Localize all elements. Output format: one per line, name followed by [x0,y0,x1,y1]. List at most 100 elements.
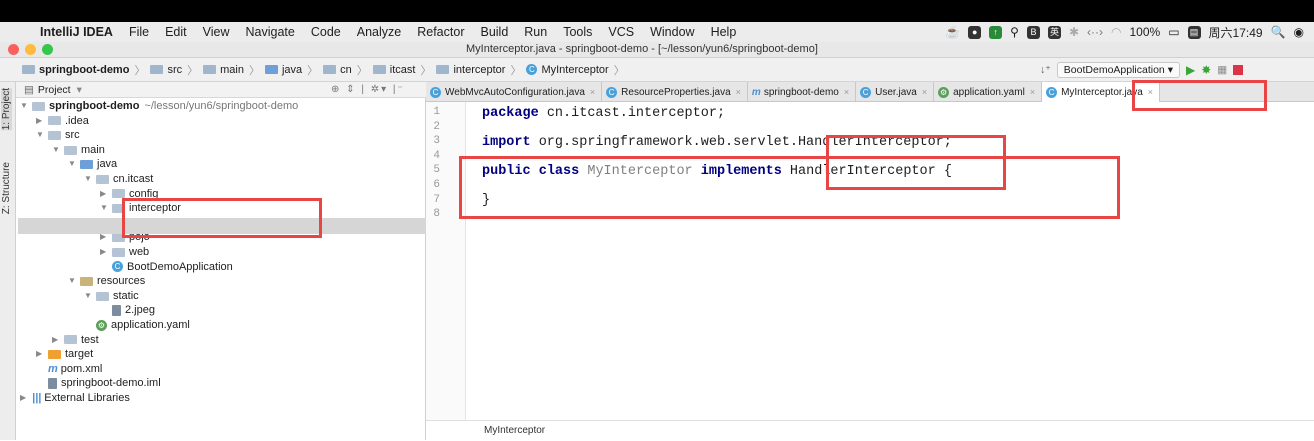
editor-tab[interactable]: m springboot-demo × [748,82,857,102]
breadcrumb-item[interactable]: springboot-demo [22,64,129,76]
collapse-arrow-icon[interactable]: ▶ [20,391,32,406]
debug-icon[interactable]: ✸ [1201,63,1211,77]
tree-node[interactable]: 2.jpeg [100,303,155,318]
resources-folder-icon [80,276,93,286]
menu-analyze[interactable]: Analyze [349,25,409,39]
tray-box-icon[interactable]: ▤ [1187,25,1201,39]
menu-navigate[interactable]: Navigate [238,25,303,39]
expand-arrow-icon[interactable]: ▼ [20,99,32,114]
stop-icon[interactable] [1233,65,1244,75]
close-icon[interactable]: × [1030,87,1035,97]
breadcrumb-item[interactable]: src [150,64,182,76]
zoom-window-icon[interactable] [42,44,53,55]
menu-file[interactable]: File [121,25,157,39]
editor-tab[interactable]: C WebMvcAutoConfiguration.java × [426,82,603,102]
menu-view[interactable]: View [195,25,238,39]
tray-search-icon[interactable]: ⚲ [1010,25,1019,39]
code-line-package[interactable]: package cn.itcast.interceptor; [482,106,725,121]
app-menu[interactable]: IntelliJ IDEA [36,25,121,39]
clock[interactable]: 周六17:49 [1209,24,1263,41]
expand-arrow-icon[interactable]: ▼ [36,128,48,143]
tray-app-icon[interactable]: ● [968,25,982,39]
close-window-icon[interactable] [8,44,19,55]
collapse-arrow-icon[interactable]: ▶ [100,187,112,202]
breadcrumb-item[interactable]: itcast [372,64,415,76]
expand-arrow-icon[interactable]: ▼ [68,274,80,289]
breadcrumb-item[interactable]: interceptor [436,64,505,76]
collapse-arrow-icon[interactable]: ▶ [100,245,112,260]
menu-tools[interactable]: Tools [555,25,600,39]
tray-sync-icon[interactable]: ↑ [989,25,1003,39]
tree-node[interactable]: m pom.xml [36,362,102,377]
minimize-window-icon[interactable] [25,44,36,55]
menu-build[interactable]: Build [472,25,516,39]
tray-b-icon[interactable]: B [1026,25,1040,39]
editor-breadcrumb-footer[interactable]: MyInterceptor [426,420,1314,440]
tree-node[interactable]: ▼ static [84,289,139,304]
tree-node[interactable]: ▼ springboot-demo ~/lesson/yun6/springboot… [20,99,298,114]
collapse-arrow-icon[interactable]: ▶ [36,347,48,362]
tab-structure[interactable]: Z: Structure [1,162,12,214]
editor-tab[interactable]: C User.java × [856,82,935,102]
breadcrumb-item[interactable]: C MyInterceptor [526,64,609,76]
tree-node[interactable]: ▼ main [52,143,105,158]
menu-vcs[interactable]: VCS [600,25,642,39]
menu-edit[interactable]: Edit [157,25,195,39]
breadcrumb-item[interactable]: cn [323,64,352,76]
close-icon[interactable]: × [922,87,927,97]
menu-code[interactable]: Code [303,25,349,39]
menu-window[interactable]: Window [642,25,702,39]
expand-arrow-icon[interactable]: ▼ [100,201,112,216]
tree-node[interactable]: ▶ ||| External Libraries [20,391,130,406]
tree-node[interactable]: ▶ test [52,333,99,348]
editor-tab[interactable]: ⚙ application.yaml × [934,82,1043,102]
collapse-arrow-icon[interactable]: ▶ [52,333,64,348]
menu-refactor[interactable]: Refactor [409,25,472,39]
battery-icon[interactable]: ▭ [1168,25,1179,39]
tab-project[interactable]: 1: Project [1,88,12,131]
tree-node[interactable]: ▼ resources [68,274,145,289]
close-icon[interactable]: × [590,87,595,97]
expand-arrow-icon[interactable]: ▼ [52,143,64,158]
tree-node[interactable]: ▼ java [68,157,117,172]
tree-node-label: springboot-demo.iml [61,377,161,390]
tree-node[interactable]: ▶ web [100,245,149,260]
editor-tab[interactable]: C ResourceProperties.java × [602,82,748,102]
wifi-icon[interactable]: ◠ [1111,25,1121,39]
close-icon[interactable]: × [844,87,849,97]
tree-node[interactable]: ⚙ application.yaml [84,318,190,333]
sort-icon[interactable]: ↓⁺ [1040,64,1051,76]
tree-node[interactable]: ▼ cn.itcast [84,172,153,187]
spotlight-icon[interactable]: 🔍 [1271,25,1286,39]
expand-arrow-icon[interactable]: ▼ [68,157,80,172]
coverage-icon[interactable]: ▦ [1217,64,1227,76]
siri-icon[interactable]: ◉ [1294,25,1304,39]
breadcrumb-item[interactable]: main [203,64,244,76]
tree-node-label: 2.jpeg [125,304,155,317]
close-icon[interactable]: × [736,87,741,97]
tray-icon[interactable]: ☕ [945,25,960,39]
chevron-down-icon[interactable]: ▾ [77,84,82,96]
collapse-arrow-icon[interactable]: ▶ [36,114,48,129]
chevron-right-icon: 〉 [510,64,522,77]
airplay-icon[interactable]: ‹··› [1087,25,1103,39]
editor-tab-label: User.java [875,86,917,98]
chevron-right-icon: 〉 [187,64,199,77]
project-panel-title[interactable]: Project [38,84,71,96]
tree-node[interactable]: C BootDemoApplication [100,260,233,275]
menu-help[interactable]: Help [703,25,745,39]
run-config-select[interactable]: BootDemoApplication ▾ [1056,62,1180,78]
expand-arrow-icon[interactable]: ▼ [84,289,96,304]
input-method-icon[interactable]: 英 [1047,25,1061,39]
breadcrumb-item[interactable]: java [264,64,302,76]
tree-node[interactable]: ▶ .idea [36,114,89,129]
tree-node[interactable]: ▶ target [36,347,93,362]
package-icon [372,65,386,74]
menu-run[interactable]: Run [516,25,555,39]
tree-node[interactable]: ▼ src [36,128,80,143]
bluetooth-icon[interactable]: ✱ [1069,25,1079,39]
expand-arrow-icon[interactable]: ▼ [84,172,96,187]
tree-node[interactable]: springboot-demo.iml [36,376,161,391]
panel-tools[interactable]: ⊕ ⇕ | ✲▾ |⁻ [331,84,405,95]
run-icon[interactable]: ▶ [1186,63,1195,77]
